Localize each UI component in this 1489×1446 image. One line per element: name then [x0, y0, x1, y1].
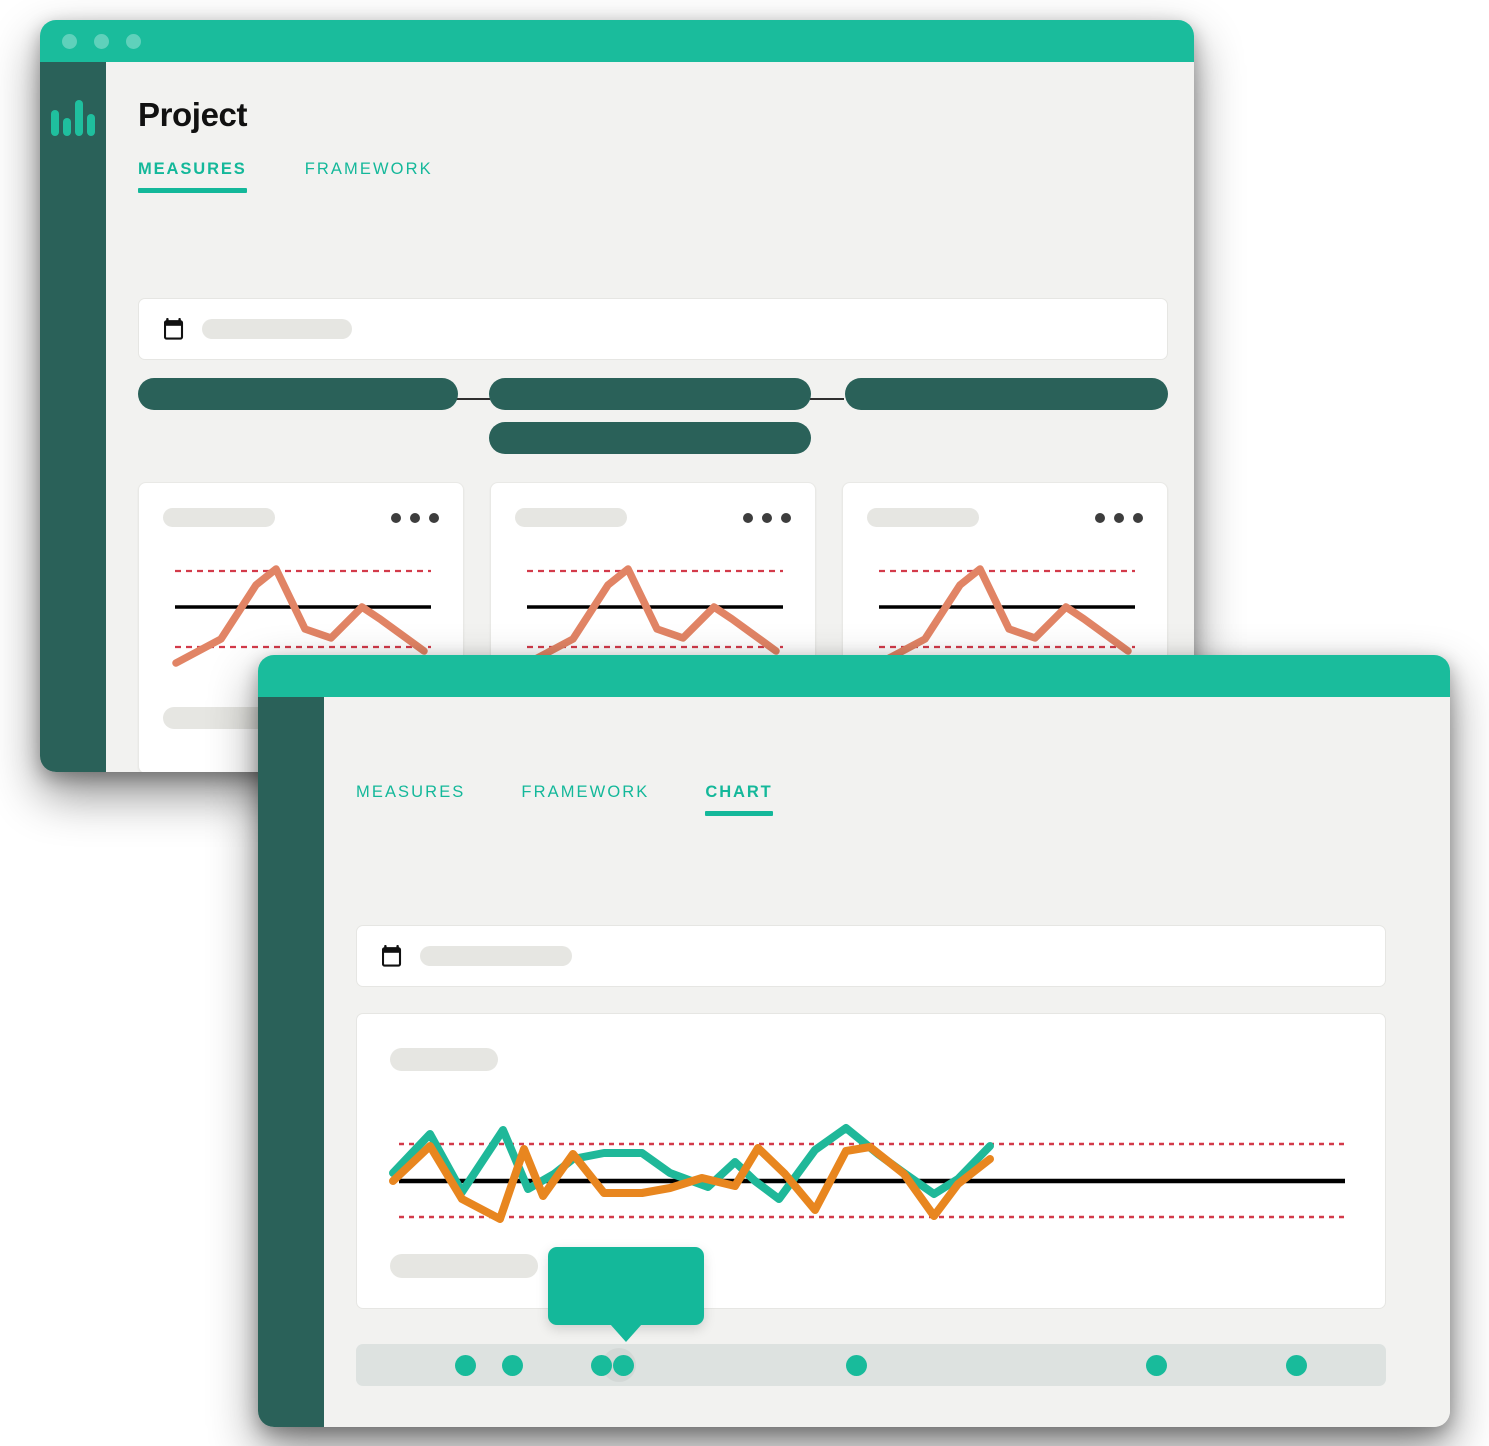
calendar-icon	[382, 945, 402, 967]
date-filter-bar[interactable]	[138, 298, 1168, 360]
tab-framework[interactable]: FRAMEWORK	[305, 160, 433, 193]
main-chart-card[interactable]	[356, 1013, 1386, 1309]
event-dot-5[interactable]	[846, 1355, 867, 1376]
tab-measures[interactable]: MEASURES	[356, 783, 465, 816]
event-dot-1[interactable]	[455, 1355, 476, 1376]
chart-card-footer-label	[390, 1254, 538, 1278]
main-chart-plot	[389, 1124, 1345, 1223]
tab-framework[interactable]: FRAMEWORK	[521, 783, 649, 816]
event-dot-3[interactable]	[591, 1355, 612, 1376]
event-dot-2[interactable]	[502, 1355, 523, 1376]
calendar-icon	[164, 318, 184, 340]
measure-card-header	[139, 483, 463, 527]
close-dot[interactable]	[62, 33, 77, 49]
screenshot-stage: Project MEASURES FRAMEWORK MEASURES FRAM…	[0, 0, 1489, 1446]
tree-node-2[interactable]	[489, 378, 811, 410]
date-filter-value[interactable]	[420, 946, 572, 966]
timeline-slider[interactable]	[356, 1344, 1386, 1386]
chart-window-body: MEASURES FRAMEWORK CHART	[258, 697, 1450, 1427]
measure-card-title	[163, 508, 275, 527]
chart-card-title	[390, 1048, 498, 1071]
chart-content: MEASURES FRAMEWORK CHART	[324, 697, 1450, 1427]
tab-chart[interactable]: CHART	[705, 783, 773, 816]
event-dot-4[interactable]	[613, 1355, 634, 1376]
project-tabs: MEASURES FRAMEWORK	[106, 160, 1194, 193]
chart-window[interactable]: MEASURES FRAMEWORK CHART	[258, 655, 1450, 1427]
chart-sidebar[interactable]	[258, 697, 324, 1427]
measure-card-title	[867, 508, 979, 527]
tree-node-3[interactable]	[845, 378, 1168, 410]
event-dot-7[interactable]	[1286, 1355, 1307, 1376]
framework-tree	[138, 378, 1168, 458]
measure-card-title	[515, 508, 627, 527]
measure-card-header	[491, 483, 815, 527]
project-window-titlebar[interactable]	[40, 20, 1194, 62]
tree-node-1[interactable]	[138, 378, 458, 410]
chart-tabs: MEASURES FRAMEWORK CHART	[324, 783, 1450, 816]
tree-connector-2	[810, 398, 844, 400]
chart-window-titlebar[interactable]	[258, 655, 1450, 697]
event-dot-6[interactable]	[1146, 1355, 1167, 1376]
more-options-icon[interactable]	[743, 512, 791, 523]
measure-card-header	[843, 483, 1167, 527]
date-filter-bar[interactable]	[356, 925, 1386, 987]
date-filter-value[interactable]	[202, 319, 352, 339]
minimize-dot[interactable]	[94, 33, 109, 49]
timeline-tooltip	[548, 1247, 704, 1325]
page-title: Project	[138, 96, 248, 133]
tree-connector-1	[456, 398, 490, 400]
more-options-icon[interactable]	[391, 512, 439, 523]
maximize-dot[interactable]	[126, 33, 141, 49]
tab-measures[interactable]: MEASURES	[138, 160, 247, 193]
tree-node-4[interactable]	[489, 422, 811, 454]
bar-chart-logo-icon	[40, 94, 106, 136]
project-sidebar[interactable]	[40, 62, 106, 772]
more-options-icon[interactable]	[1095, 512, 1143, 523]
